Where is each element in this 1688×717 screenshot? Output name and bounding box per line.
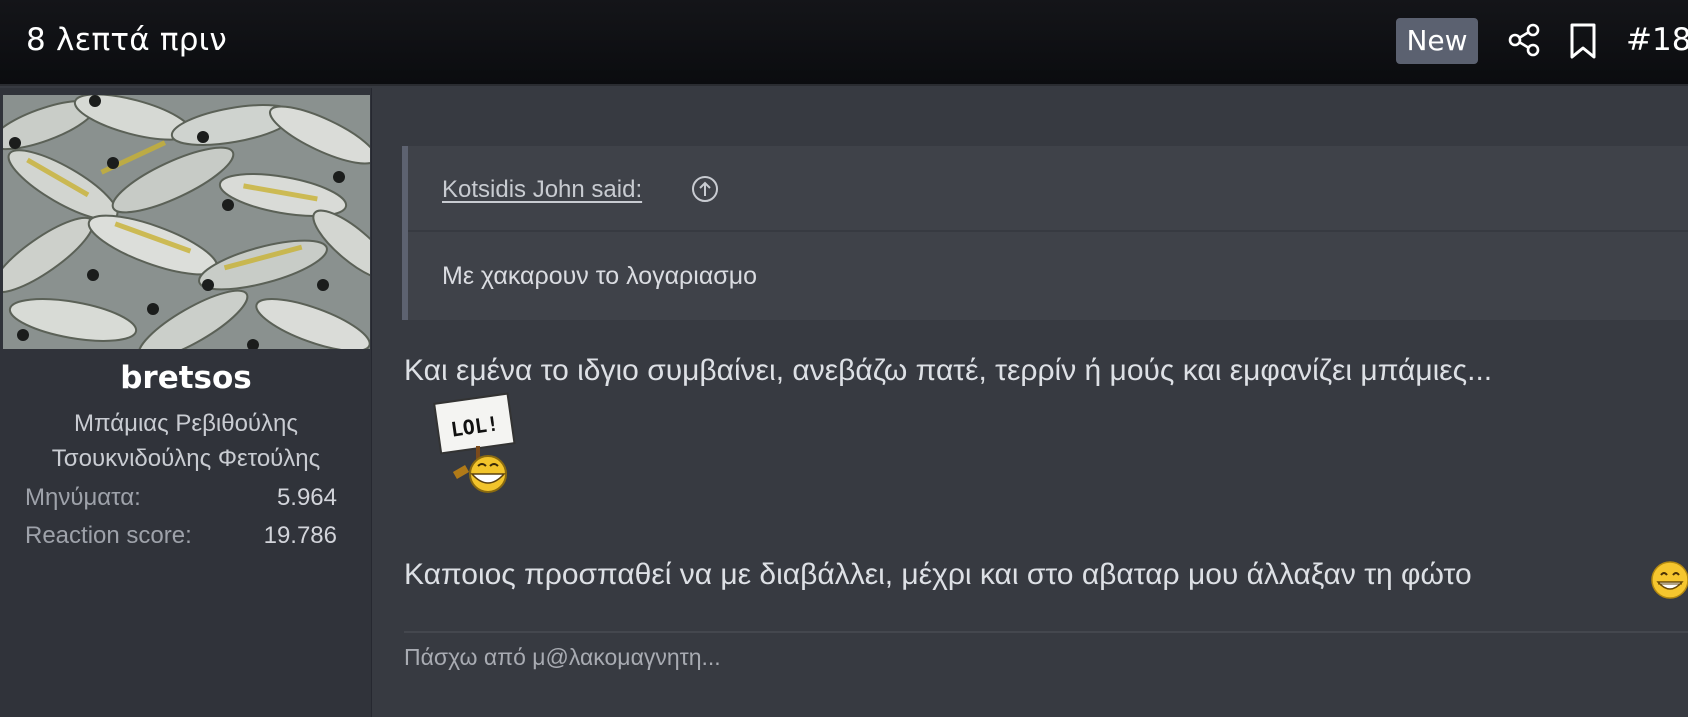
reaction-score-label: Reaction score: [25, 522, 192, 549]
quote-header: Kotsidis John said: [408, 146, 1688, 232]
signature: Πάσχω από μ@λακομαγνητη... [404, 644, 721, 670]
user-title-line2: Τσουκνιδούλης Φετούλης [51, 445, 321, 472]
post-paragraph-1: Και εμένα το ιδγιο συμβαίνει, ανεβάζω πα… [404, 354, 1493, 387]
post-header: 8 λεπτά πριν New #18 [0, 0, 1688, 86]
post-paragraph-2: Καποιος προσπαθεί να με διαβάλλει, μέχρι… [404, 558, 1472, 591]
reaction-score-value: 19.786 [263, 522, 337, 549]
share-icon[interactable] [1506, 22, 1542, 58]
username[interactable]: bretsos [0, 360, 372, 396]
user-title: Μπάμιας Ρεβιθούλης Τσουκνιδούλης Φετούλη… [0, 406, 372, 476]
messages-label: Μηνύματα: [25, 484, 141, 511]
post-time[interactable]: 8 λεπτά πριν [26, 22, 227, 58]
new-badge: New [1396, 18, 1478, 64]
arrow-up-circle-icon[interactable] [690, 174, 720, 204]
post-content: Kotsidis John said: Με χακαρουν το λογαρ… [372, 88, 1688, 717]
user-title-line1: Μπάμιας Ρεβιθούλης [74, 410, 298, 437]
user-panel: bretsos Μπάμιας Ρεβιθούλης Τσουκνιδούλης… [0, 88, 372, 717]
post-number-link[interactable]: #18 [1626, 22, 1688, 58]
messages-value: 5.964 [276, 484, 337, 511]
quote-block: Kotsidis John said: Με χακαρουν το λογαρ… [402, 146, 1688, 320]
bookmark-icon[interactable] [1568, 22, 1598, 60]
signature-divider [404, 631, 1688, 633]
quote-author-link[interactable]: Kotsidis John said: [442, 176, 642, 204]
quote-text: Με χακαρουν το λογαριασμο [442, 262, 758, 290]
avatar[interactable] [3, 95, 370, 349]
grin-smiley-icon [1651, 561, 1688, 599]
lol-sign-smiley-icon: LOL! [433, 392, 516, 493]
